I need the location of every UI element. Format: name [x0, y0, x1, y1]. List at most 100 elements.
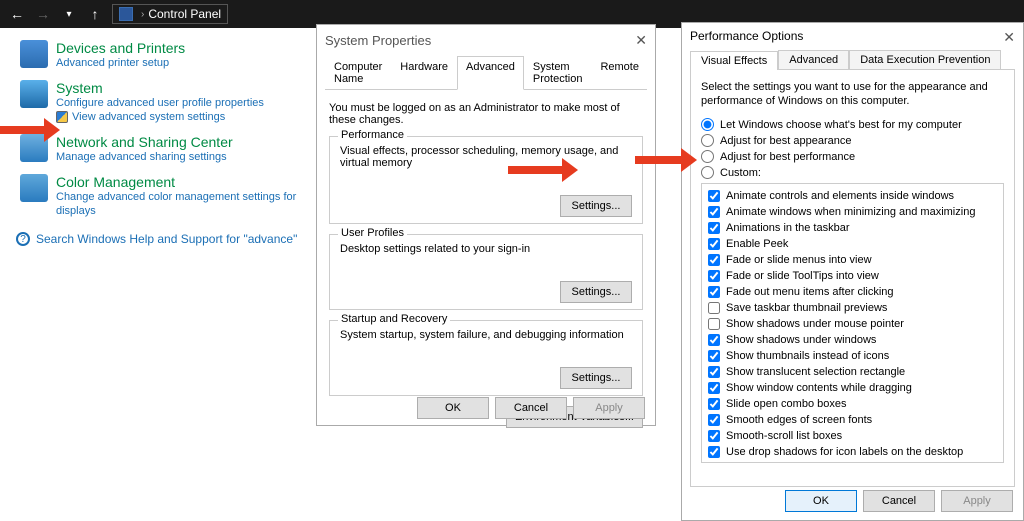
checkbox-label: Slide open combo boxes	[726, 396, 846, 412]
checkbox-row[interactable]: Show window contents while dragging	[708, 380, 997, 396]
cp-link[interactable]: Change advanced color management setting…	[56, 190, 307, 218]
checkbox-row[interactable]: Show shadows under windows	[708, 332, 997, 348]
tab-dep[interactable]: Data Execution Prevention	[849, 50, 1001, 69]
radio-input[interactable]	[701, 134, 714, 147]
checkbox-row[interactable]: Slide open combo boxes	[708, 396, 997, 412]
checkbox-input[interactable]	[708, 366, 720, 378]
address-bar[interactable]: › Control Panel	[112, 4, 228, 24]
radio-option[interactable]: Adjust for best performance	[701, 150, 1004, 163]
close-icon[interactable]: ✕	[1003, 29, 1015, 46]
cp-head[interactable]: System	[56, 80, 264, 96]
dialog-titlebar[interactable]: System Properties ✕	[317, 25, 655, 55]
breadcrumb-text[interactable]: Control Panel	[148, 7, 221, 21]
checkbox-input[interactable]	[708, 414, 720, 426]
checkbox-row[interactable]: Smooth-scroll list boxes	[708, 428, 997, 444]
checkbox-row[interactable]: Animations in the taskbar	[708, 220, 997, 236]
checkbox-input[interactable]	[708, 270, 720, 282]
startup-settings-button[interactable]: Settings...	[560, 367, 632, 389]
checkbox-row[interactable]: Fade or slide ToolTips into view	[708, 268, 997, 284]
checkbox-input[interactable]	[708, 446, 720, 458]
tab-strip: Visual Effects Advanced Data Execution P…	[690, 50, 1015, 69]
user-profiles-settings-button[interactable]: Settings...	[560, 281, 632, 303]
checkbox-label: Show shadows under mouse pointer	[726, 316, 904, 332]
checkbox-label: Enable Peek	[726, 236, 788, 252]
nav-up-icon[interactable]: ↑	[82, 3, 108, 25]
ok-button[interactable]: OK	[785, 490, 857, 512]
checkbox-input[interactable]	[708, 398, 720, 410]
checkbox-row[interactable]: Use drop shadows for icon labels on the …	[708, 444, 997, 460]
checkbox-label: Fade or slide ToolTips into view	[726, 268, 879, 284]
radio-input[interactable]	[701, 150, 714, 163]
performance-settings-button[interactable]: Settings...	[560, 195, 632, 217]
cp-link[interactable]: Advanced printer setup	[56, 56, 185, 70]
checkbox-row[interactable]: Animate controls and elements inside win…	[708, 188, 997, 204]
cp-head[interactable]: Network and Sharing Center	[56, 134, 233, 150]
dialog-titlebar[interactable]: Performance Options ✕	[682, 22, 1023, 50]
tab-remote[interactable]: Remote	[591, 56, 648, 90]
checkbox-row[interactable]: Enable Peek	[708, 236, 997, 252]
radio-input[interactable]	[701, 118, 714, 131]
apply-button[interactable]: Apply	[941, 490, 1013, 512]
tab-hardware[interactable]: Hardware	[391, 56, 457, 90]
admin-note: You must be logged on as an Administrato…	[329, 102, 643, 126]
checkbox-label: Use drop shadows for icon labels on the …	[726, 444, 963, 460]
checkbox-row[interactable]: Fade or slide menus into view	[708, 252, 997, 268]
cancel-button[interactable]: Cancel	[495, 397, 567, 419]
tab-system-protection[interactable]: System Protection	[524, 56, 592, 90]
tab-advanced[interactable]: Advanced	[457, 56, 524, 90]
checkbox-row[interactable]: Fade out menu items after clicking	[708, 284, 997, 300]
checkbox-input[interactable]	[708, 254, 720, 266]
cp-link[interactable]: Configure advanced user profile properti…	[56, 96, 264, 110]
checkbox-row[interactable]: Smooth edges of screen fonts	[708, 412, 997, 428]
nav-back-icon[interactable]: ←	[4, 3, 30, 25]
checkbox-input[interactable]	[708, 302, 720, 314]
cp-head[interactable]: Devices and Printers	[56, 40, 185, 56]
radio-label: Let Windows choose what's best for my co…	[720, 119, 962, 131]
radio-option[interactable]: Adjust for best appearance	[701, 134, 1004, 147]
checkbox-row[interactable]: Show thumbnails instead of icons	[708, 348, 997, 364]
cp-head[interactable]: Color Management	[56, 174, 307, 190]
checkbox-row[interactable]: Show translucent selection rectangle	[708, 364, 997, 380]
annotation-arrow	[0, 118, 60, 142]
nav-forward-icon[interactable]: →	[30, 3, 56, 25]
checkbox-label: Smooth-scroll list boxes	[726, 428, 842, 444]
checkbox-label: Save taskbar thumbnail previews	[726, 300, 887, 316]
checkbox-input[interactable]	[708, 222, 720, 234]
radio-input[interactable]	[701, 166, 714, 179]
apply-button[interactable]: Apply	[573, 397, 645, 419]
checkbox-input[interactable]	[708, 190, 720, 202]
annotation-arrow	[635, 148, 697, 172]
group-legend: User Profiles	[338, 227, 407, 239]
system-icon	[20, 80, 48, 108]
cancel-button[interactable]: Cancel	[863, 490, 935, 512]
checkbox-input[interactable]	[708, 350, 720, 362]
checkbox-input[interactable]	[708, 238, 720, 250]
cp-item-color: Color Management Change advanced color m…	[20, 174, 307, 218]
search-help-text: Search Windows Help and Support for "adv…	[36, 232, 297, 246]
close-icon[interactable]: ✕	[635, 32, 647, 49]
tab-visual-effects[interactable]: Visual Effects	[690, 51, 778, 70]
checkbox-label: Show thumbnails instead of icons	[726, 348, 889, 364]
checkbox-input[interactable]	[708, 206, 720, 218]
checkbox-row[interactable]: Animate windows when minimizing and maxi…	[708, 204, 997, 220]
nav-recent-chevron-icon[interactable]: ▾	[56, 3, 82, 25]
tab-advanced[interactable]: Advanced	[778, 50, 849, 69]
visual-effects-checklist[interactable]: Animate controls and elements inside win…	[701, 183, 1004, 463]
checkbox-input[interactable]	[708, 382, 720, 394]
radio-option[interactable]: Let Windows choose what's best for my co…	[701, 118, 1004, 131]
checkbox-input[interactable]	[708, 430, 720, 442]
cp-link-advanced-settings[interactable]: View advanced system settings	[56, 110, 264, 124]
search-help-link[interactable]: ? Search Windows Help and Support for "a…	[16, 232, 307, 246]
cp-link[interactable]: Manage advanced sharing settings	[56, 150, 233, 164]
help-icon: ?	[16, 232, 30, 246]
ok-button[interactable]: OK	[417, 397, 489, 419]
tab-computer-name[interactable]: Computer Name	[325, 56, 391, 90]
group-performance: Performance Visual effects, processor sc…	[329, 136, 643, 224]
checkbox-input[interactable]	[708, 334, 720, 346]
checkbox-row[interactable]: Save taskbar thumbnail previews	[708, 300, 997, 316]
checkbox-input[interactable]	[708, 286, 720, 298]
visual-effects-panel: Select the settings you want to use for …	[690, 69, 1015, 487]
radio-option[interactable]: Custom:	[701, 166, 1004, 179]
checkbox-input[interactable]	[708, 318, 720, 330]
checkbox-row[interactable]: Show shadows under mouse pointer	[708, 316, 997, 332]
